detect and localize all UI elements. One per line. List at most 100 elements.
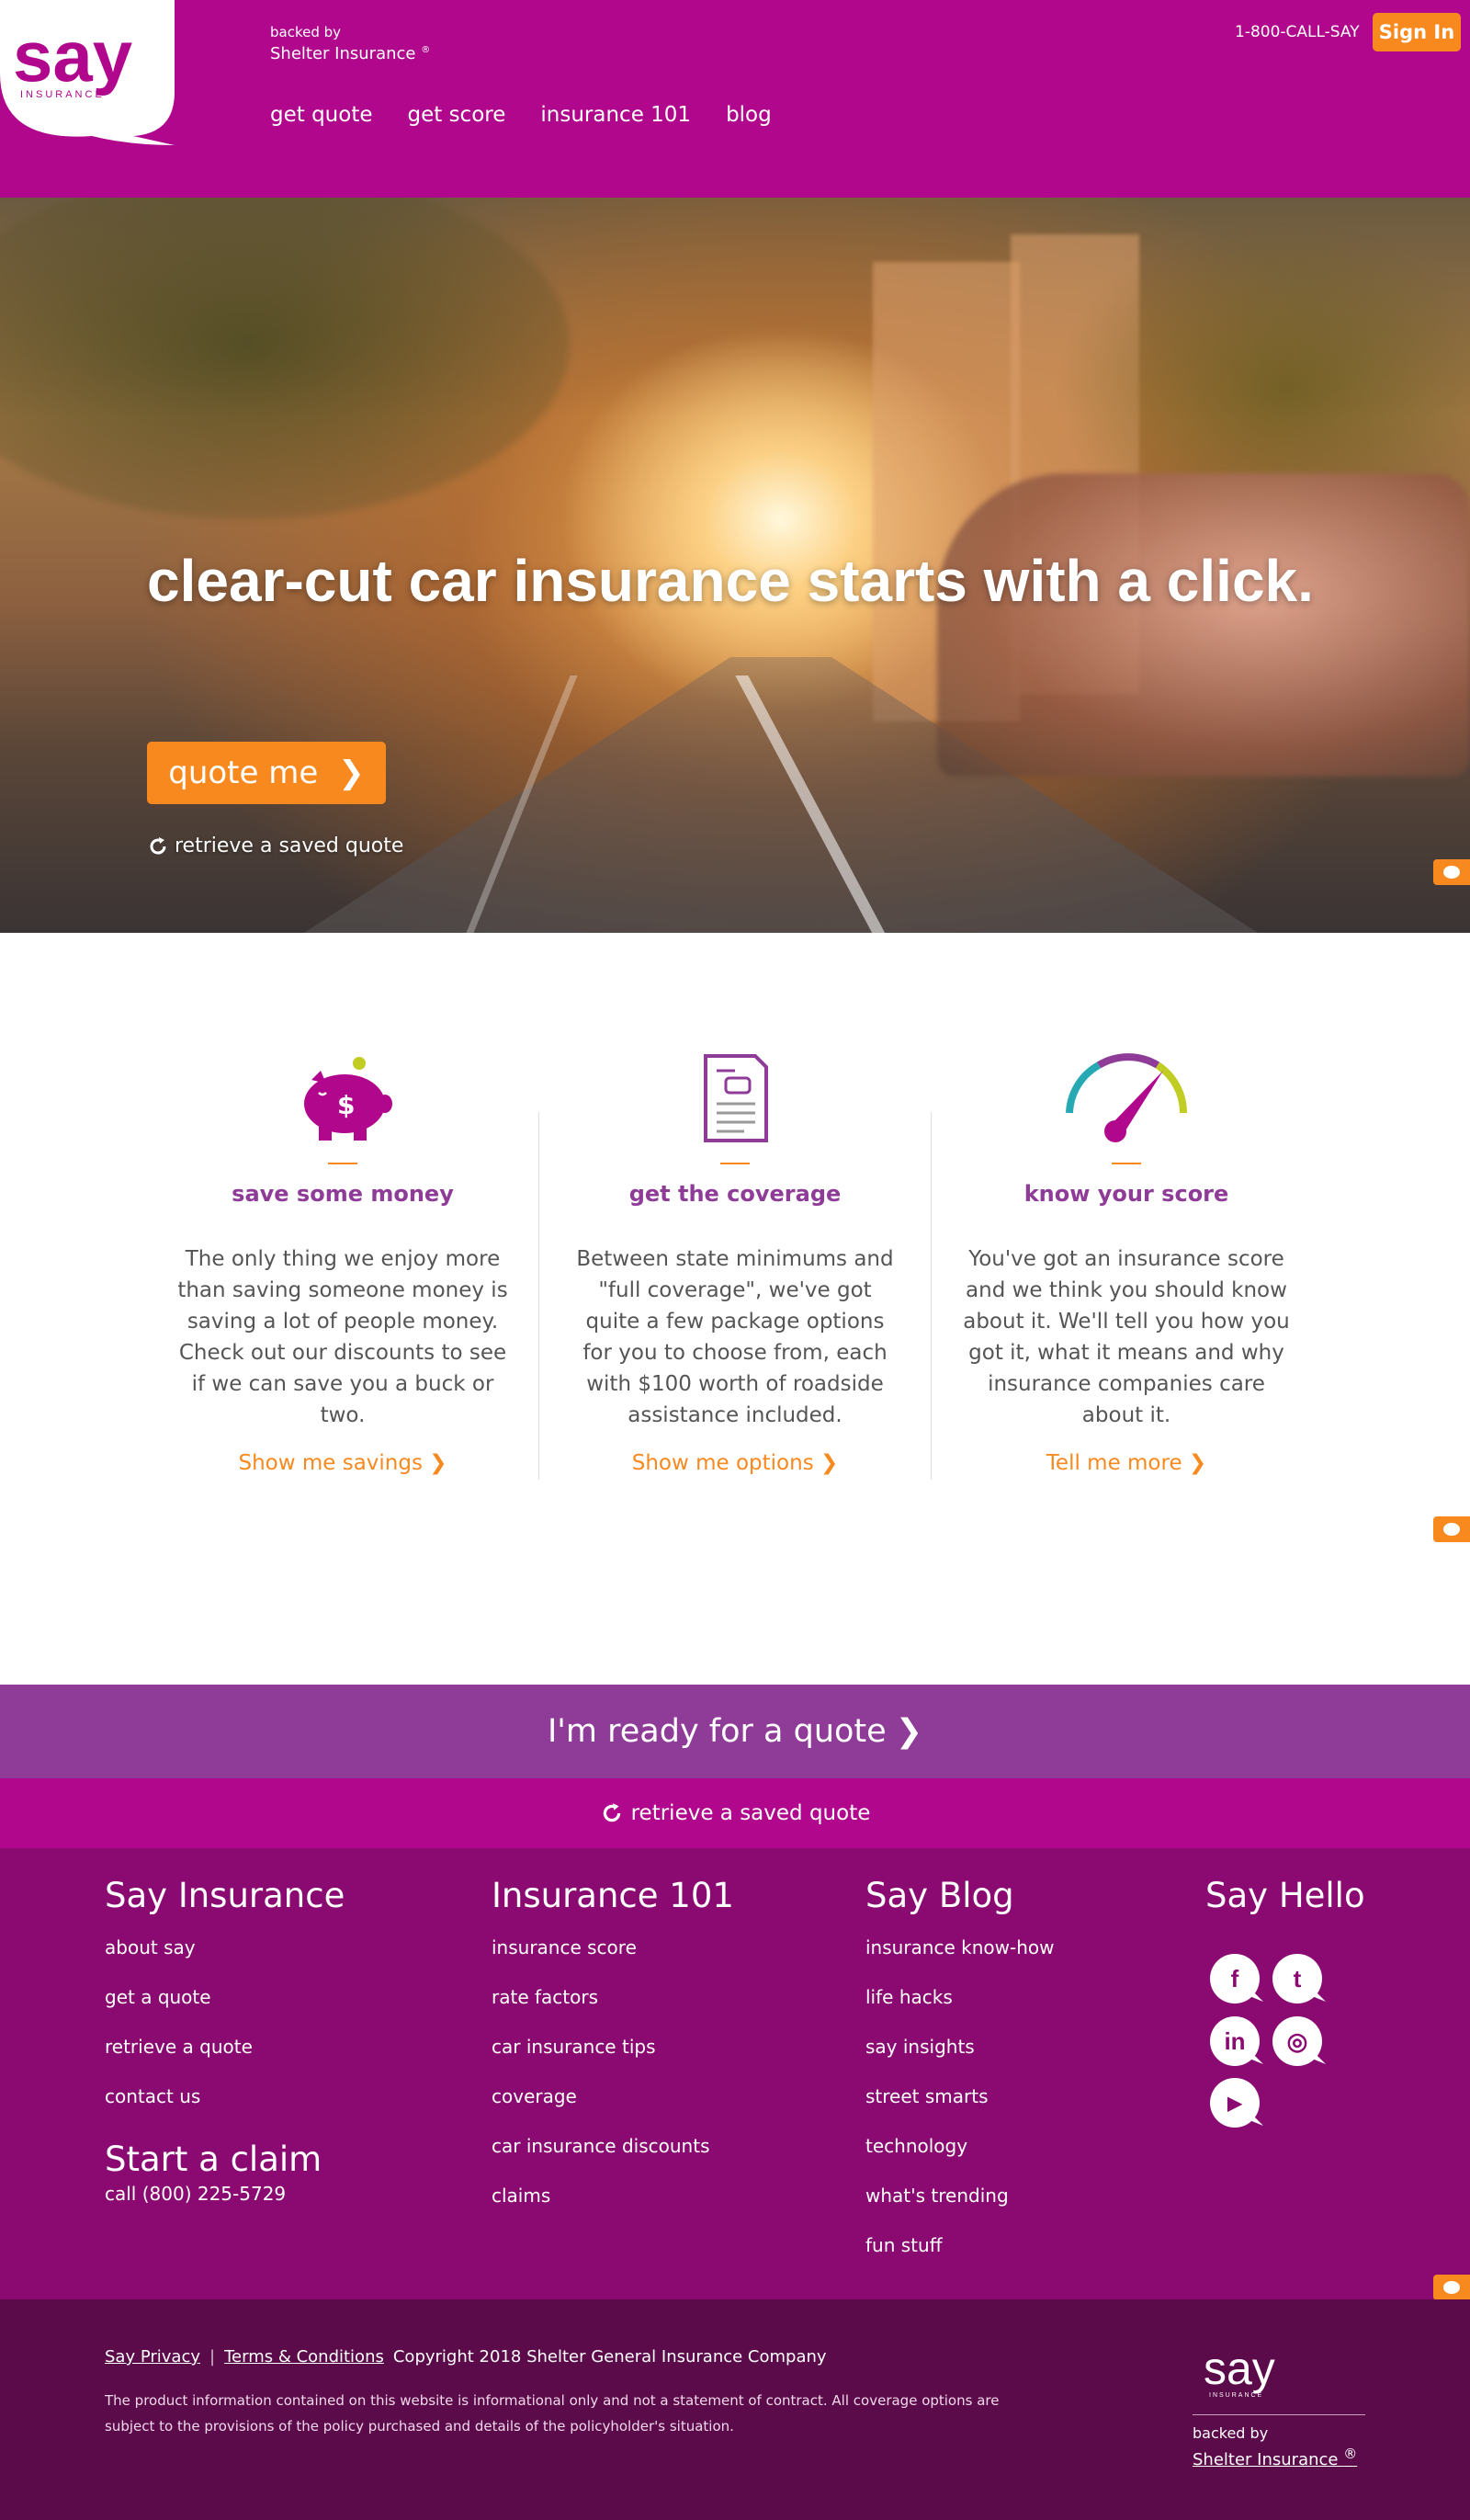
ready-for-quote-button[interactable]: I'm ready for a quote ❯	[0, 1685, 1470, 1778]
nav-insurance-101[interactable]: insurance 101	[540, 103, 691, 127]
chat-icon	[1443, 1523, 1460, 1536]
linkedin-icon[interactable]: in	[1210, 2016, 1260, 2066]
accent-dash	[720, 1163, 750, 1164]
footer-col-say-insurance: Say Insurance about say get a quote retr…	[105, 1876, 345, 2205]
sign-in-button[interactable]: Sign In	[1373, 13, 1461, 51]
instagram-icon[interactable]: ◎	[1272, 2016, 1322, 2066]
footer-link-whats-trending[interactable]: what's trending	[865, 2180, 1054, 2230]
chevron-right-icon: ❯	[895, 1713, 923, 1750]
feature-body: Between state minimums and "full coverag…	[576, 1247, 894, 1427]
copyright-text: Copyright 2018 Shelter General Insurance…	[392, 2347, 827, 2367]
footer-link-life-hacks[interactable]: life hacks	[865, 1981, 1054, 2031]
svg-text:say: say	[1204, 2343, 1275, 2394]
feature-title: get the coverage	[628, 1181, 842, 1207]
hero-headline: clear-cut car insurance starts with a cl…	[147, 548, 1314, 614]
hero-banner: clear-cut car insurance starts with a cl…	[0, 198, 1470, 933]
chat-tab[interactable]	[1433, 1516, 1470, 1542]
footer-link-about-say[interactable]: about say	[105, 1932, 345, 1981]
main-nav: get quote get score insurance 101 blog	[270, 103, 772, 127]
footer-link-technology[interactable]: technology	[865, 2130, 1054, 2180]
hero-bg-car	[937, 473, 1470, 777]
footer-link-claims[interactable]: claims	[492, 2180, 734, 2230]
footer-link-insurance-score[interactable]: insurance score	[492, 1932, 734, 1981]
footer-heading: Say Blog	[865, 1876, 1014, 1915]
logo-text: say	[13, 16, 132, 96]
feature-body: You've got an insurance score and we thi…	[963, 1247, 1290, 1427]
svg-text:$: $	[337, 1090, 355, 1120]
footer-link-fun-stuff[interactable]: fun stuff	[865, 2230, 1054, 2279]
site-header: say INSURANCE backed by Shelter Insuranc…	[0, 0, 1470, 198]
footer-link-know-how[interactable]: insurance know-how	[865, 1932, 1054, 1981]
features-section: $ save some money The only thing we enjo…	[0, 933, 1470, 1685]
footer-col-say-blog: Say Blog insurance know-how life hacks s…	[865, 1876, 1054, 2279]
svg-text:INSURANCE: INSURANCE	[1209, 2392, 1263, 2399]
chat-tab[interactable]	[1433, 2275, 1470, 2300]
legal-separator: |	[209, 2347, 216, 2367]
site-footer: Say Insurance about say get a quote retr…	[0, 1848, 1470, 2300]
footer-link-coverage[interactable]: coverage	[492, 2081, 734, 2130]
footer-heading: Say Hello	[1205, 1876, 1365, 1915]
chevron-right-icon: ❯	[338, 755, 365, 791]
logo-divider	[1193, 2414, 1365, 2415]
nav-get-score[interactable]: get score	[408, 103, 506, 127]
tell-me-more-link[interactable]: Tell me more ❯	[1046, 1451, 1206, 1475]
gauge-icon	[1066, 1053, 1188, 1142]
refresh-icon	[603, 1803, 620, 1822]
chat-tab[interactable]	[1433, 859, 1470, 885]
column-divider	[931, 1112, 932, 1480]
claim-phone[interactable]: call (800) 225-5729	[105, 2183, 345, 2205]
backed-by-label: backed by	[270, 24, 342, 40]
youtube-icon[interactable]: ▶	[1210, 2078, 1260, 2128]
nav-blog[interactable]: blog	[726, 103, 772, 127]
footer-link-get-quote[interactable]: get a quote	[105, 1981, 345, 2031]
retrieve-saved-quote-band[interactable]: retrieve a saved quote	[0, 1778, 1470, 1848]
footer-link-contact-us[interactable]: contact us	[105, 2081, 345, 2130]
backed-by-label: backed by	[1193, 2424, 1269, 2442]
footer-link-retrieve-quote[interactable]: retrieve a quote	[105, 2031, 345, 2081]
backer-name[interactable]: Shelter Insurance ®	[270, 44, 430, 63]
privacy-link[interactable]: Say Privacy	[105, 2347, 200, 2367]
disclaimer-text: The product information contained on thi…	[105, 2392, 1000, 2435]
column-divider	[538, 1112, 539, 1480]
retrieve-saved-quote-link[interactable]: retrieve a saved quote	[147, 834, 403, 857]
hero-bg-trees	[0, 198, 570, 519]
terms-link[interactable]: Terms & Conditions	[224, 2347, 384, 2367]
logo-subtext: INSURANCE	[20, 89, 105, 100]
show-me-options-link[interactable]: Show me options ❯	[632, 1451, 839, 1475]
nav-get-quote[interactable]: get quote	[270, 103, 373, 127]
shelter-insurance-link[interactable]: Shelter Insurance ®	[1193, 2446, 1357, 2469]
chat-icon	[1443, 866, 1460, 879]
start-claim-heading: Start a claim	[105, 2140, 322, 2179]
policy-document-icon	[704, 1054, 768, 1142]
phone-number[interactable]: 1-800-CALL-SAY	[1235, 23, 1360, 41]
footer-col-say-hello: Say Hello	[1205, 1876, 1365, 1932]
footer-link-say-insights[interactable]: say insights	[865, 2031, 1054, 2081]
footer-link-car-insurance-tips[interactable]: car insurance tips	[492, 2031, 734, 2081]
feature-coverage: get the coverage Between state minimums …	[560, 1052, 910, 1475]
refresh-icon	[150, 836, 166, 855]
say-logo[interactable]: say INSURANCE	[0, 0, 184, 147]
legal-links: Say Privacy | Terms & Conditions Copyrig…	[105, 2347, 827, 2367]
footer-col-insurance-101: Insurance 101 insurance score rate facto…	[492, 1876, 734, 2230]
footer-link-rate-factors[interactable]: rate factors	[492, 1981, 734, 2031]
facebook-icon[interactable]: f	[1210, 1954, 1260, 2004]
show-me-savings-link[interactable]: Show me savings ❯	[238, 1451, 447, 1475]
backed-by-footer: backed by Shelter Insurance ®	[1193, 2424, 1357, 2469]
footer-heading: Say Insurance	[105, 1876, 345, 1915]
piggy-bank-icon: $	[304, 1057, 392, 1141]
feature-body: The only thing we enjoy more than saving…	[177, 1247, 508, 1427]
accent-dash	[328, 1163, 357, 1164]
retrieve-label: retrieve a saved quote	[630, 1801, 871, 1825]
say-logo-small[interactable]: say INSURANCE	[1193, 2342, 1303, 2406]
accent-dash	[1112, 1163, 1141, 1164]
feature-score: know your score You've got an insurance …	[952, 1052, 1301, 1475]
footer-link-discounts[interactable]: car insurance discounts	[492, 2130, 734, 2180]
backed-by: backed by Shelter Insurance ®	[270, 24, 430, 63]
quote-me-button[interactable]: quote me ❯	[147, 742, 386, 804]
legal-bar: Say Privacy | Terms & Conditions Copyrig…	[0, 2299, 1470, 2520]
feature-save-money: $ save some money The only thing we enjo…	[168, 1052, 517, 1475]
feature-title: know your score	[1023, 1181, 1229, 1207]
quote-me-label: quote me	[168, 755, 319, 791]
twitter-icon[interactable]: t	[1272, 1954, 1322, 2004]
footer-link-street-smarts[interactable]: street smarts	[865, 2081, 1054, 2130]
